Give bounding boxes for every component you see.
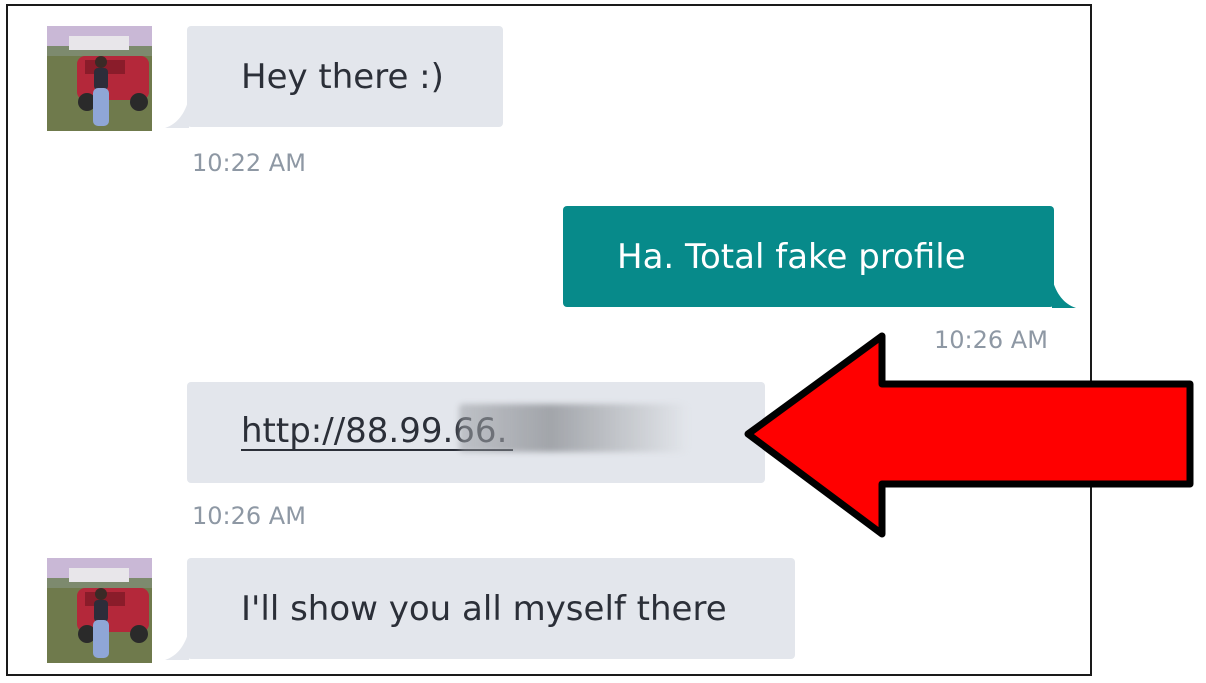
message-text: Hey there :): [241, 56, 444, 97]
message-bubble-outgoing: Ha. Total fake profile: [563, 206, 1054, 307]
message-timestamp: 10:22 AM: [192, 149, 306, 177]
message-bubble-incoming: Hey there :): [187, 26, 503, 127]
bubble-tail: [165, 98, 189, 128]
message-timestamp: 10:26 AM: [192, 502, 306, 530]
message-bubble-incoming: I'll show you all myself there: [187, 558, 795, 659]
red-arrow-annotation: [744, 332, 1194, 538]
redaction-blur: [459, 404, 687, 452]
contact-avatar[interactable]: [47, 26, 152, 131]
contact-avatar[interactable]: [47, 558, 152, 663]
message-text: I'll show you all myself there: [241, 588, 727, 629]
bubble-tail: [165, 630, 189, 660]
bubble-tail: [1052, 278, 1076, 308]
message-bubble-link: http://88.99.66.: [187, 382, 765, 483]
message-text: Ha. Total fake profile: [617, 236, 966, 277]
